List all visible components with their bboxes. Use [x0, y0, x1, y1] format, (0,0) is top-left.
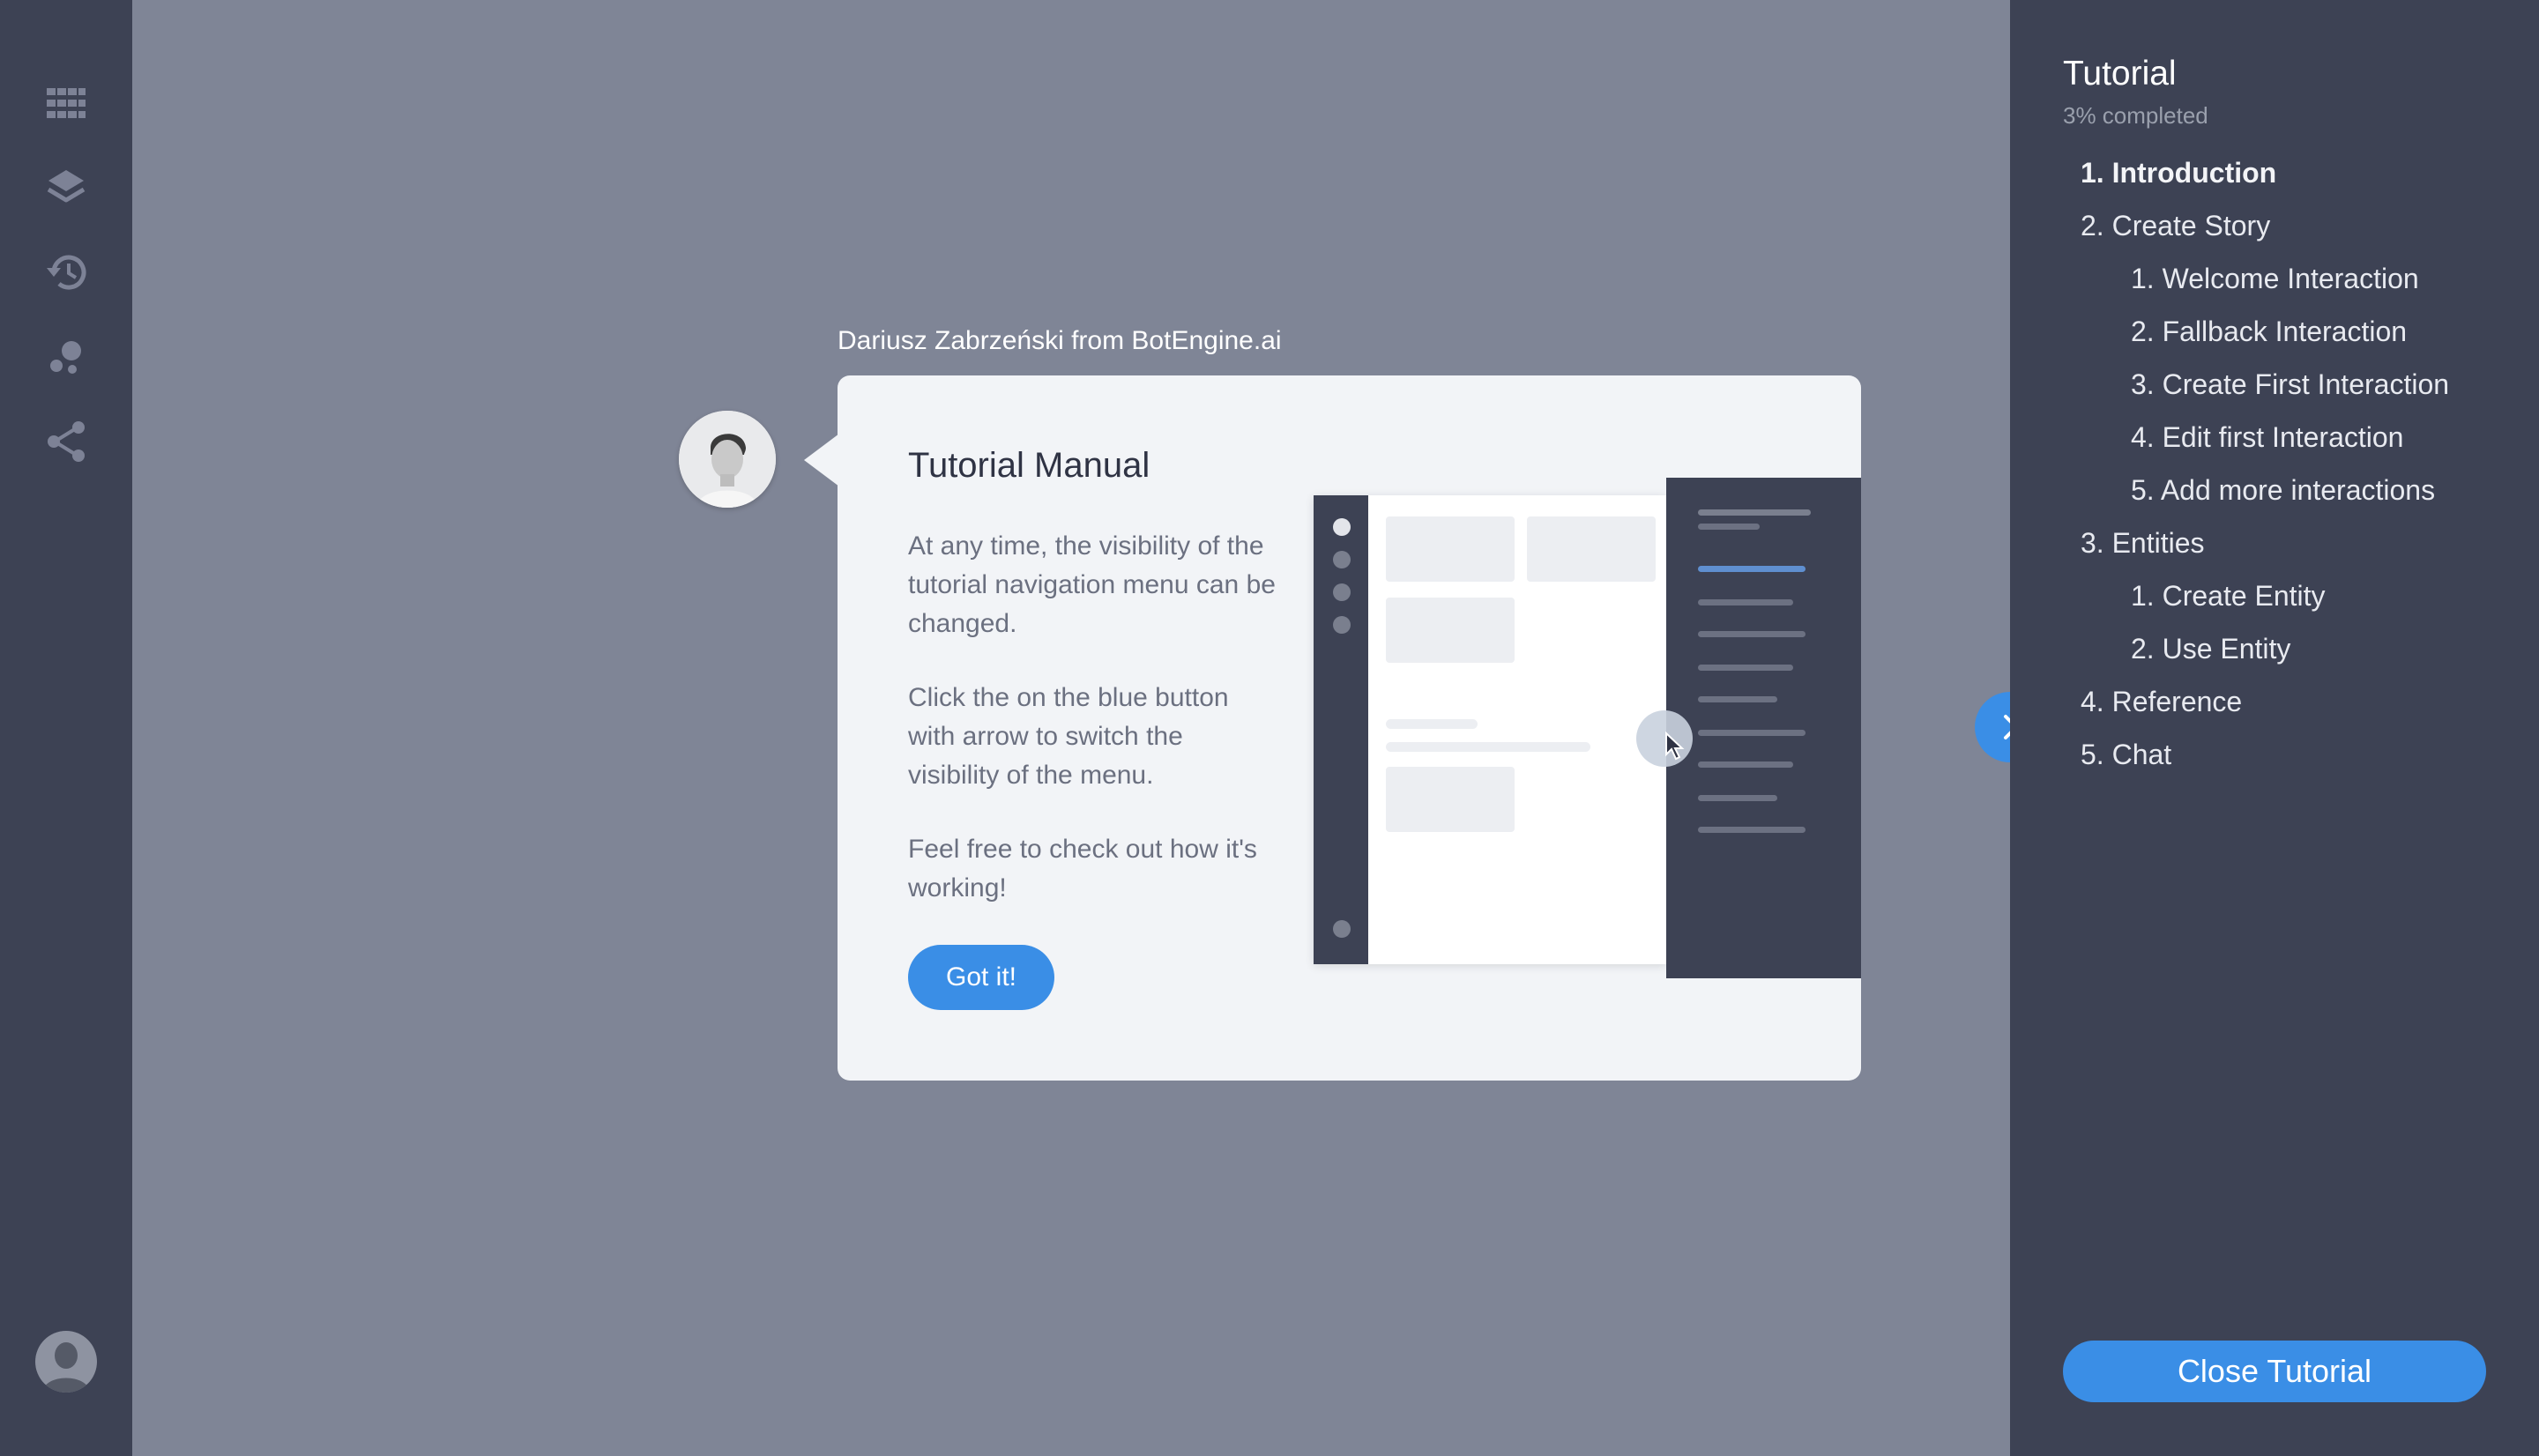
- tutorial-panel: Tutorial 3% completed 1. Introduction 2.…: [2010, 0, 2539, 1456]
- layers-icon[interactable]: [44, 166, 88, 210]
- illustration-line: [1698, 524, 1760, 530]
- illustration-block: [1386, 598, 1515, 663]
- illustration-line: [1386, 719, 1478, 729]
- toc-item-use-entity[interactable]: 2. Use Entity: [2081, 631, 2521, 684]
- illustration-line: [1698, 599, 1793, 605]
- sender-name: Dariusz Zabrzeński from BotEngine.ai: [838, 326, 1282, 355]
- illustration-line: [1386, 742, 1590, 752]
- tutorial-title: Tutorial: [2063, 55, 2177, 93]
- illustration-line: [1698, 730, 1806, 736]
- close-tutorial-button[interactable]: Close Tutorial: [2063, 1341, 2486, 1402]
- user-avatar-icon[interactable]: [35, 1331, 97, 1393]
- toc-item-edit-first-interaction[interactable]: 4. Edit first Interaction: [2081, 420, 2521, 472]
- left-nav-rail: [0, 0, 132, 1456]
- toc-item-create-first-interaction[interactable]: 3. Create First Interaction: [2081, 367, 2521, 420]
- illustration-rail: [1314, 495, 1368, 964]
- illustration-line: [1698, 631, 1806, 637]
- illustration-block: [1386, 516, 1515, 582]
- grid-icon[interactable]: [44, 81, 88, 125]
- share-icon[interactable]: [44, 420, 88, 464]
- illustration-dot: [1333, 518, 1351, 536]
- history-icon[interactable]: [44, 250, 88, 294]
- illustration-line: [1698, 665, 1793, 671]
- tutorial-illustration: [1314, 478, 1861, 992]
- toc-item-chat[interactable]: 5. Chat: [2081, 737, 2521, 790]
- toc-item-create-story[interactable]: 2. Create Story: [2081, 208, 2521, 261]
- toc-item-introduction[interactable]: 1. Introduction: [2081, 155, 2521, 208]
- illustration-dot: [1333, 583, 1351, 601]
- tutorial-toc: 1. Introduction 2. Create Story 1. Welco…: [2081, 155, 2521, 790]
- toc-item-welcome-interaction[interactable]: 1. Welcome Interaction: [2081, 261, 2521, 314]
- illustration-dot: [1333, 616, 1351, 634]
- got-it-button[interactable]: Got it!: [908, 945, 1054, 1010]
- card-paragraph: Feel free to check out how it's working!: [908, 835, 1257, 903]
- toc-item-entities[interactable]: 3. Entities: [2081, 525, 2521, 578]
- toc-item-fallback-interaction[interactable]: 2. Fallback Interaction: [2081, 314, 2521, 367]
- card-pointer: [804, 434, 839, 487]
- bubbles-icon[interactable]: [44, 335, 88, 379]
- tutorial-progress: 3% completed: [2063, 102, 2208, 129]
- illustration-block: [1386, 767, 1515, 832]
- app-root: Dariusz Zabrzeński from BotEngine.ai Tut…: [0, 0, 2539, 1456]
- tutorial-card: Tutorial Manual At any time, the visibil…: [838, 375, 1861, 1081]
- illustration-window: [1314, 495, 1666, 964]
- illustration-dot: [1333, 551, 1351, 568]
- author-avatar: [679, 411, 776, 508]
- illustration-dot: [1333, 920, 1351, 938]
- illustration-block: [1527, 516, 1656, 582]
- illustration-line: [1698, 761, 1793, 768]
- card-paragraph: Click the on the blue button with arrow …: [908, 683, 1229, 790]
- illustration-line: [1698, 509, 1811, 516]
- toc-item-reference[interactable]: 4. Reference: [2081, 684, 2521, 737]
- illustration-line: [1698, 566, 1806, 572]
- toc-item-create-entity[interactable]: 1. Create Entity: [2081, 578, 2521, 631]
- cursor-icon: [1665, 732, 1685, 761]
- card-title: Tutorial Manual: [908, 446, 1150, 485]
- illustration-panel: [1666, 478, 1861, 978]
- card-paragraph: At any time, the visibility of the tutor…: [908, 531, 1276, 638]
- illustration-line: [1698, 696, 1777, 702]
- illustration-line: [1698, 795, 1777, 801]
- illustration-line: [1698, 827, 1806, 833]
- toc-item-add-more-interactions[interactable]: 5. Add more interactions: [2081, 472, 2521, 525]
